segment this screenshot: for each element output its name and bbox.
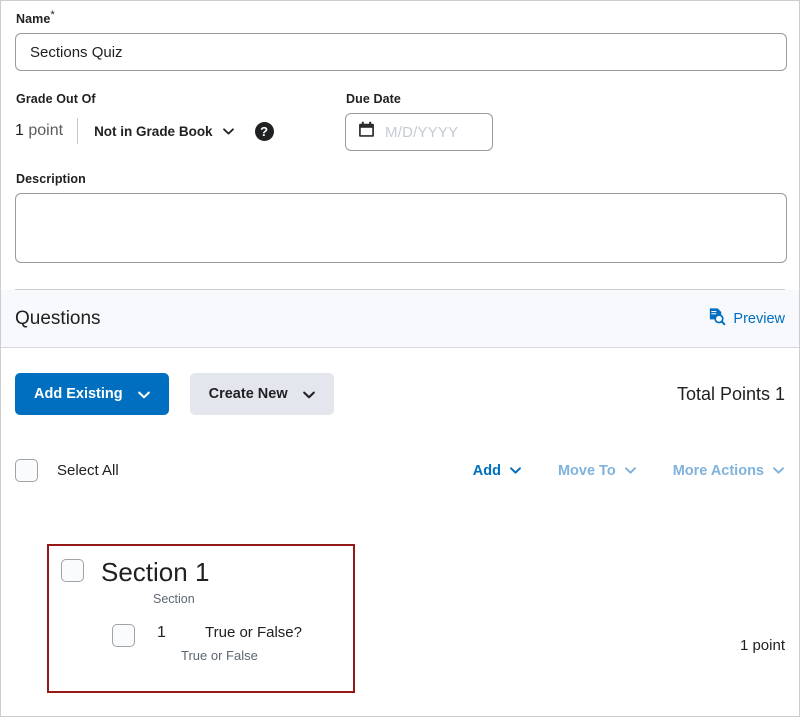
chevron-down-icon: [772, 464, 785, 477]
preview-button[interactable]: Preview: [707, 307, 785, 330]
help-circle-icon[interactable]: ?: [254, 121, 274, 141]
grade-out-of-label: Grade Out Of: [16, 92, 96, 107]
description-label: Description: [16, 172, 86, 187]
section-checkbox[interactable]: [61, 559, 84, 582]
select-all-checkbox[interactable]: [15, 459, 38, 483]
more-actions-menu-label: More Actions: [672, 462, 764, 479]
due-date-group: Due Date M/D/YYYY: [345, 92, 493, 152]
selection-actions-row: Select All Add Move To More Actions: [1, 459, 799, 483]
grade-book-dropdown[interactable]: Not in Grade Book: [78, 124, 235, 139]
question-points: 1 point: [739, 637, 785, 654]
quiz-name-input[interactable]: Sections Quiz: [15, 33, 787, 72]
add-existing-label: Add Existing: [34, 386, 123, 403]
document-search-icon: [707, 307, 726, 330]
question-text[interactable]: True or False?: [205, 624, 302, 641]
chevron-down-icon: [302, 388, 315, 401]
chevron-down-icon: [509, 464, 522, 477]
section-type-label: Section: [153, 592, 195, 606]
grade-points-unit: point: [28, 122, 64, 140]
move-to-menu-button[interactable]: Move To: [558, 463, 637, 479]
questions-title: Questions: [15, 307, 101, 329]
grade-points-display[interactable]: 1 point: [15, 122, 77, 140]
grade-points-number: 1: [15, 122, 24, 140]
calendar-icon: [358, 121, 375, 143]
quiz-editor-page: Name* Sections Quiz Grade Out Of 1 point…: [0, 0, 800, 717]
section-header-row: Section 1: [49, 546, 353, 585]
question-number: 1: [157, 624, 166, 641]
create-new-label: Create New: [208, 386, 288, 403]
description-group: Description: [15, 172, 787, 264]
more-actions-menu-button[interactable]: More Actions: [673, 463, 785, 479]
preview-label: Preview: [733, 310, 785, 327]
questions-header: Questions Preview: [1, 290, 799, 349]
section-title: Section 1: [101, 557, 210, 587]
required-asterisk: *: [50, 9, 55, 21]
questions-toolbar: Add Existing Create New Total Points 1: [1, 348, 799, 416]
due-date-label: Due Date: [346, 92, 401, 107]
move-to-menu-label: Move To: [557, 462, 616, 479]
question-row: 1 True or False? True or False: [112, 624, 353, 663]
question-body: True or False? True or False: [181, 624, 302, 663]
help-glyph: ?: [260, 123, 269, 139]
grade-and-date-row: Grade Out Of 1 point Not in Grade Book ?…: [15, 92, 785, 152]
quiz-properties-form: Name* Sections Quiz Grade Out Of 1 point…: [1, 1, 799, 291]
grade-book-value: Not in Grade Book: [94, 123, 213, 139]
name-field-label: Name*: [16, 9, 785, 26]
grade-out-of-controls: 1 point Not in Grade Book ?: [15, 113, 345, 149]
section-highlight-box: Section 1 Section 1 True or False? True …: [47, 544, 355, 693]
bulk-actions-group: Add Move To More Actions: [437, 463, 785, 479]
chevron-down-icon: [137, 388, 150, 401]
quiz-name-value: Sections Quiz: [30, 43, 123, 61]
add-menu-label: Add: [472, 462, 501, 479]
total-points-label: Total Points 1: [676, 383, 785, 404]
question-type-label: True or False: [181, 648, 258, 663]
add-existing-button[interactable]: Add Existing: [15, 373, 169, 416]
chevron-down-icon: [222, 125, 235, 138]
select-all-label: Select All: [57, 462, 119, 480]
chevron-down-icon: [624, 464, 637, 477]
due-date-input[interactable]: M/D/YYYY: [345, 113, 493, 152]
add-menu-button[interactable]: Add: [473, 463, 522, 479]
create-new-button[interactable]: Create New: [189, 373, 334, 416]
name-label-text: Name: [16, 12, 51, 27]
due-date-placeholder: M/D/YYYY: [385, 123, 459, 141]
question-checkbox[interactable]: [112, 624, 135, 647]
grade-out-of-group: Grade Out Of 1 point Not in Grade Book ?: [15, 92, 345, 151]
description-textarea[interactable]: [15, 193, 787, 264]
